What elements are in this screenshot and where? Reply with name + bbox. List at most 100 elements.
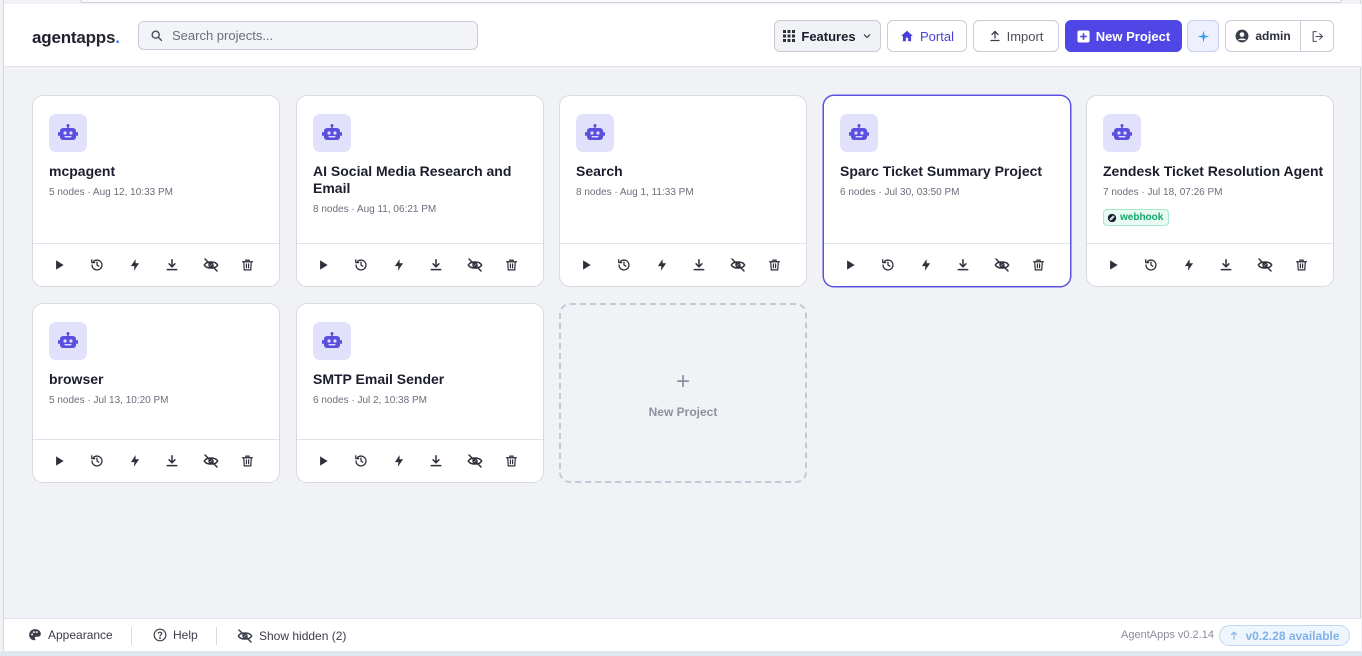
project-title: browser — [49, 371, 104, 387]
trash-icon[interactable] — [1295, 255, 1333, 275]
eye-off-icon[interactable] — [467, 451, 505, 471]
version-label: AgentApps v0.2.14 — [1121, 629, 1214, 641]
project-meta: 8 nodes · Aug 11, 06:21 PM — [313, 204, 437, 215]
trash-icon[interactable] — [505, 255, 543, 275]
show-hidden-button[interactable]: Show hidden (2) — [237, 628, 346, 644]
history-icon[interactable] — [881, 255, 919, 275]
portal-button[interactable]: Portal — [887, 20, 967, 52]
play-icon[interactable] — [316, 255, 354, 275]
search-input[interactable] — [172, 28, 462, 43]
project-card-ai-social-media[interactable]: AI Social Media Research and Email 8 nod… — [296, 95, 544, 287]
user-menu-button[interactable]: admin — [1225, 20, 1301, 52]
webhook-icon — [1107, 213, 1117, 223]
user-circle-icon — [1235, 29, 1249, 43]
project-card-zendesk[interactable]: Zendesk Ticket Resolution Agent 7 nodes … — [1086, 95, 1334, 287]
project-title: AI Social Media Research and Email — [313, 163, 512, 196]
footer-bar: Appearance Help Show hidden (2) AgentApp… — [4, 618, 1361, 651]
project-card-smtp-email[interactable]: SMTP Email Sender 6 nodes · Jul 2, 10:38… — [296, 303, 544, 483]
trash-icon[interactable] — [241, 451, 279, 471]
logo-text-apps: apps — [76, 28, 116, 47]
trash-icon[interactable] — [241, 255, 279, 275]
webhook-badge: webhook — [1103, 209, 1170, 226]
history-icon[interactable] — [354, 255, 392, 275]
lightning-icon[interactable] — [919, 255, 957, 275]
trash-icon[interactable] — [1032, 255, 1070, 275]
project-card-browser[interactable]: browser 5 nodes · Jul 13, 10:20 PM — [32, 303, 280, 483]
download-icon[interactable] — [429, 255, 467, 275]
logout-button[interactable] — [1300, 20, 1334, 52]
card-actions — [33, 243, 279, 286]
update-label: v0.2.28 available — [1245, 628, 1340, 643]
download-icon[interactable] — [1219, 255, 1257, 275]
card-actions — [297, 439, 543, 482]
lightning-icon[interactable] — [1182, 255, 1220, 275]
eye-off-icon[interactable] — [203, 451, 241, 471]
project-card-sparc-ticket[interactable]: Sparc Ticket Summary Project 6 nodes · J… — [823, 95, 1071, 287]
search-box[interactable] — [138, 21, 478, 50]
portal-label: Portal — [920, 28, 954, 44]
arrow-up-icon — [1229, 630, 1239, 641]
robot-icon — [313, 322, 351, 360]
download-icon[interactable] — [429, 451, 467, 471]
lightning-icon[interactable] — [128, 451, 166, 471]
lightning-icon[interactable] — [392, 451, 430, 471]
play-icon[interactable] — [52, 255, 90, 275]
eye-off-icon[interactable] — [1257, 255, 1295, 275]
eye-off-icon — [237, 628, 253, 644]
play-icon[interactable] — [1106, 255, 1144, 275]
history-icon[interactable] — [354, 451, 392, 471]
help-button[interactable]: Help — [153, 628, 198, 642]
app-logo[interactable]: agentapps. — [32, 28, 120, 48]
play-icon[interactable] — [843, 255, 881, 275]
card-actions — [297, 243, 543, 286]
card-actions — [560, 243, 806, 286]
card-actions — [1087, 243, 1333, 286]
project-meta: 6 nodes · Jul 2, 10:38 PM — [313, 395, 427, 406]
new-project-button[interactable]: New Project — [1065, 20, 1182, 52]
project-card-search[interactable]: Search 8 nodes · Aug 1, 11:33 PM — [559, 95, 807, 287]
play-icon[interactable] — [52, 451, 90, 471]
eye-off-icon[interactable] — [994, 255, 1032, 275]
history-icon[interactable] — [1144, 255, 1182, 275]
palette-icon — [28, 628, 42, 642]
download-icon[interactable] — [692, 255, 730, 275]
features-label: Features — [801, 28, 856, 44]
robot-icon — [840, 114, 878, 152]
help-circle-icon — [153, 628, 167, 642]
chevron-down-icon — [862, 31, 872, 41]
lightning-icon[interactable] — [392, 255, 430, 275]
project-title: Zendesk Ticket Resolution Agent — [1103, 163, 1324, 179]
project-title: Sparc Ticket Summary Project — [840, 163, 1043, 179]
import-label: Import — [1006, 28, 1044, 44]
history-icon[interactable] — [90, 451, 128, 471]
eye-off-icon[interactable] — [467, 255, 505, 275]
lightning-icon[interactable] — [655, 255, 693, 275]
play-icon[interactable] — [579, 255, 617, 275]
download-icon[interactable] — [165, 451, 203, 471]
footer-divider — [131, 627, 132, 645]
ai-assistant-button[interactable] — [1187, 20, 1219, 52]
user-label: admin — [1255, 29, 1291, 43]
download-icon[interactable] — [956, 255, 994, 275]
robot-icon — [49, 322, 87, 360]
project-title: Search — [576, 163, 623, 179]
features-dropdown-button[interactable]: Features — [774, 20, 881, 52]
home-icon — [900, 29, 914, 43]
play-icon[interactable] — [316, 451, 354, 471]
history-icon[interactable] — [617, 255, 655, 275]
eye-off-icon[interactable] — [203, 255, 241, 275]
project-card-mcpagent[interactable]: mcpagent 5 nodes · Aug 12, 10:33 PM — [32, 95, 280, 287]
trash-icon[interactable] — [505, 451, 543, 471]
new-project-card-label: New Project — [648, 405, 718, 419]
import-button[interactable]: Import — [973, 20, 1059, 52]
robot-icon — [49, 114, 87, 152]
eye-off-icon[interactable] — [730, 255, 768, 275]
lightning-icon[interactable] — [128, 255, 166, 275]
update-available-button[interactable]: v0.2.28 available — [1219, 625, 1350, 646]
new-project-card[interactable]: + New Project — [559, 303, 807, 483]
appearance-button[interactable]: Appearance — [28, 628, 113, 642]
webhook-badge-label: webhook — [1120, 212, 1164, 223]
history-icon[interactable] — [90, 255, 128, 275]
download-icon[interactable] — [165, 255, 203, 275]
trash-icon[interactable] — [768, 255, 806, 275]
